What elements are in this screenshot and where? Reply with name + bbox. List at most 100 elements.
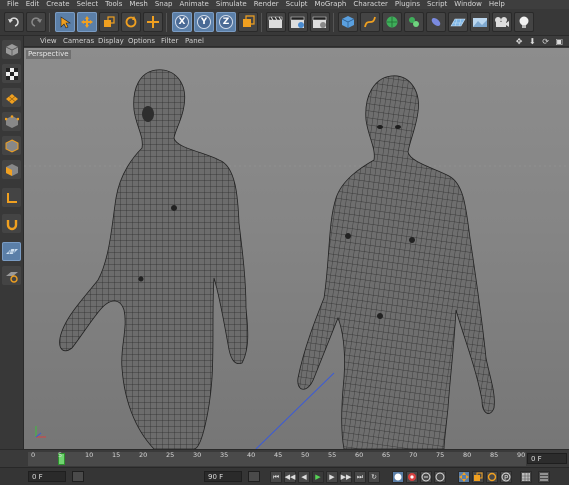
scale-tool-button[interactable]	[99, 12, 119, 32]
key-pla-button[interactable]	[520, 471, 532, 483]
cube-primitive-button[interactable]	[338, 12, 358, 32]
floor-button[interactable]	[448, 12, 468, 32]
texture-mode-button[interactable]	[2, 88, 21, 107]
array-icon	[409, 17, 419, 27]
axis-x-button[interactable]: X	[172, 12, 192, 32]
menu-character[interactable]: Character	[350, 0, 392, 9]
menu-help[interactable]: Help	[486, 0, 509, 9]
make-editable-icon	[5, 43, 18, 56]
keyframe-options-button[interactable]	[434, 471, 446, 483]
menu-animate[interactable]: Animate	[176, 0, 212, 9]
viewport-menu-display[interactable]: Display	[98, 37, 124, 45]
start-frame-field[interactable]: 0 F	[28, 471, 66, 482]
go-to-end-button[interactable]: ⏭	[354, 471, 366, 483]
male-wireframe-figure[interactable]	[59, 69, 249, 449]
current-frame-field[interactable]: 0 F	[527, 453, 567, 464]
deformer-button[interactable]	[426, 12, 446, 32]
workplane-button[interactable]	[2, 242, 21, 261]
viewport-menu-options[interactable]: Options	[128, 37, 155, 45]
timeline-menu-button[interactable]	[538, 471, 550, 483]
record-keys-button[interactable]	[392, 471, 404, 483]
points-mode-button[interactable]	[2, 112, 21, 131]
undo-button[interactable]	[4, 12, 24, 32]
menu-create[interactable]: Create	[43, 0, 73, 9]
light-button[interactable]	[514, 12, 534, 32]
lock-grid-icon	[5, 271, 18, 283]
transform-tool-button[interactable]	[143, 12, 163, 32]
polygons-mode-button[interactable]	[2, 160, 21, 179]
go-to-start-button[interactable]: ⏮	[270, 471, 282, 483]
end-frame-field[interactable]: 90 F	[204, 471, 242, 482]
environment-button[interactable]	[470, 12, 490, 32]
snap-button[interactable]	[2, 214, 21, 233]
camera-icon	[495, 17, 509, 27]
render-picture-viewer-button[interactable]	[288, 12, 308, 32]
render-view-button[interactable]	[266, 12, 286, 32]
axis-y-button[interactable]: Y	[194, 12, 214, 32]
move-tool-button[interactable]	[77, 12, 97, 32]
menu-script[interactable]: Script	[424, 0, 451, 9]
live-selection-button[interactable]	[55, 12, 75, 32]
undo-icon	[8, 17, 19, 27]
axis-gizmo	[35, 426, 46, 438]
viewport-title: Perspective	[26, 50, 71, 59]
rotate-tool-button[interactable]	[121, 12, 141, 32]
menu-select[interactable]: Select	[74, 0, 103, 9]
menu-lines-icon	[540, 473, 548, 481]
menu-mograph[interactable]: MoGraph	[312, 0, 351, 9]
viewport-menu-cameras[interactable]: Cameras	[63, 37, 94, 45]
cursor-arrow-icon	[60, 16, 71, 29]
female-wireframe-figure[interactable]	[297, 75, 495, 449]
menu-window[interactable]: Window	[451, 0, 486, 9]
menu-snap[interactable]: Snap	[152, 0, 177, 9]
key-parameter-button[interactable]: P	[500, 471, 512, 483]
timeline-tick-10: 10	[85, 451, 94, 459]
menu-edit[interactable]: Edit	[23, 0, 44, 9]
menu-plugins[interactable]: Plugins	[392, 0, 424, 9]
end-frame-stepper[interactable]	[248, 471, 260, 482]
locked-workplane-button[interactable]	[2, 266, 21, 285]
key-selection-icon	[421, 472, 431, 482]
menu-tools[interactable]: Tools	[102, 0, 126, 9]
play-button[interactable]: ▶	[312, 471, 324, 483]
autokey-button[interactable]	[406, 471, 418, 483]
loop-button[interactable]: ↻	[368, 471, 380, 483]
key-rotation-button[interactable]	[486, 471, 498, 483]
redo-button[interactable]	[26, 12, 46, 32]
start-frame-stepper[interactable]	[72, 471, 84, 482]
menu-simulate[interactable]: Simulate	[213, 0, 251, 9]
main-toolbar: X Y Z	[0, 9, 569, 36]
key-position-button[interactable]	[458, 471, 470, 483]
checker-icon	[5, 67, 18, 80]
menu-file[interactable]: File	[4, 0, 23, 9]
make-editable-button[interactable]	[2, 40, 21, 59]
loop-icon: ↻	[371, 473, 377, 481]
viewport-menu-panel[interactable]: Panel	[185, 37, 204, 45]
menu-render[interactable]: Render	[251, 0, 283, 9]
keyframe-selection-button[interactable]	[420, 471, 432, 483]
perspective-viewport[interactable]: Perspective	[24, 48, 569, 449]
render-settings-button[interactable]	[310, 12, 330, 32]
spline-pen-button[interactable]	[360, 12, 380, 32]
viewport-menu-filter[interactable]: Filter	[161, 37, 178, 45]
viewport-menu-view[interactable]: View	[40, 37, 57, 45]
key-scale-button[interactable]	[472, 471, 484, 483]
previous-frame-button[interactable]: ◀	[298, 471, 310, 483]
subdivision-surface-button[interactable]	[382, 12, 402, 32]
edges-mode-button[interactable]	[2, 136, 21, 155]
menu-sculpt[interactable]: Sculpt	[283, 0, 312, 9]
environment-icon	[473, 18, 487, 27]
key-scale-icon	[474, 472, 483, 481]
next-frame-button[interactable]: ▶	[326, 471, 338, 483]
menu-mesh[interactable]: Mesh	[126, 0, 151, 9]
array-generator-button[interactable]	[404, 12, 424, 32]
axis-mode-button[interactable]	[2, 188, 21, 207]
viewport-nav-icons[interactable]: ✥ ⬇ ⟳ ▣	[516, 37, 565, 46]
coordinate-system-button[interactable]	[238, 12, 258, 32]
next-key-button[interactable]: ▶▶	[340, 471, 352, 483]
camera-button[interactable]	[492, 12, 512, 32]
previous-key-button[interactable]: ◀◀	[284, 471, 296, 483]
model-mode-button[interactable]	[2, 64, 21, 83]
edges-cube-icon	[5, 138, 18, 153]
axis-z-button[interactable]: Z	[216, 12, 236, 32]
